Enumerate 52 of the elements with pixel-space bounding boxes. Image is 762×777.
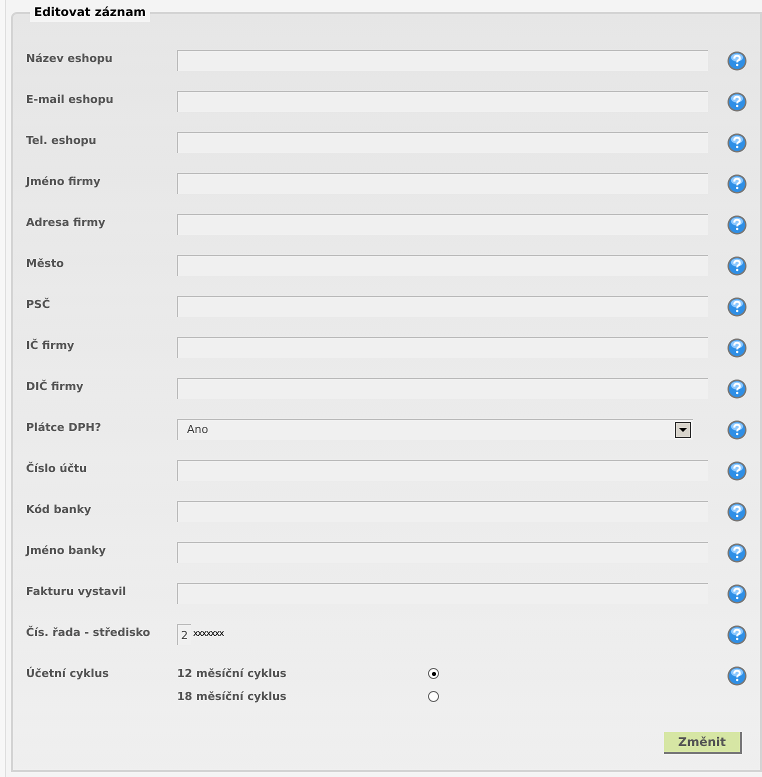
radio-label: 18 měsíční cyklus [177,689,286,705]
help-icon[interactable] [727,256,747,276]
help-icon[interactable] [727,543,747,563]
code-field[interactable]: 2 [177,624,191,645]
help-icon[interactable] [727,420,747,440]
field-label: Účetní cyklus [26,666,109,682]
field-label: Fakturu vystavil [26,584,126,600]
radio-button[interactable] [428,691,439,702]
field-label: Adresa firmy [26,215,106,231]
field-label: Tel. eshopu [26,133,96,149]
help-icon[interactable] [727,215,747,235]
text-field[interactable] [177,460,708,481]
text-field[interactable] [177,255,708,276]
help-icon[interactable] [727,51,747,71]
code-suffix: xxxxxxx [193,628,224,641]
help-icon[interactable] [727,666,747,686]
field-label: Čís. řada - středisko [26,625,150,641]
text-field[interactable] [177,296,708,317]
field-label: IČ firmy [26,338,74,354]
field-label: Jméno banky [26,543,106,559]
field-label: Název eshopu [26,51,113,67]
help-icon[interactable] [727,502,747,522]
help-icon[interactable] [727,379,747,399]
field-label: DIČ firmy [26,379,84,395]
field-label: Jméno firmy [26,174,100,190]
text-field[interactable] [177,50,708,71]
text-field[interactable] [177,132,708,153]
help-icon[interactable] [727,297,747,317]
text-field[interactable] [177,173,708,194]
text-field[interactable] [177,337,708,358]
field-label: PSČ [26,297,50,313]
text-field[interactable] [177,214,708,235]
help-icon[interactable] [727,133,747,153]
dropdown[interactable]: Ano [177,419,693,440]
text-field[interactable] [177,501,708,522]
field-label: Kód banky [26,502,92,518]
text-field[interactable] [177,378,708,399]
help-icon[interactable] [727,92,747,112]
field-label: Město [26,256,64,272]
help-icon[interactable] [727,461,747,481]
radio-button[interactable] [428,668,439,679]
radio-label: 12 měsíční cyklus [177,666,286,682]
field-label: E-mail eshopu [26,92,114,108]
submit-button[interactable]: Změnit [664,732,742,754]
text-field[interactable] [177,91,708,112]
help-icon[interactable] [727,584,747,604]
help-icon[interactable] [727,338,747,358]
field-label: Plátce DPH? [26,420,102,436]
help-icon[interactable] [727,174,747,194]
help-icon[interactable] [727,625,747,645]
field-label: Číslo účtu [26,461,87,477]
text-field[interactable] [177,542,708,563]
